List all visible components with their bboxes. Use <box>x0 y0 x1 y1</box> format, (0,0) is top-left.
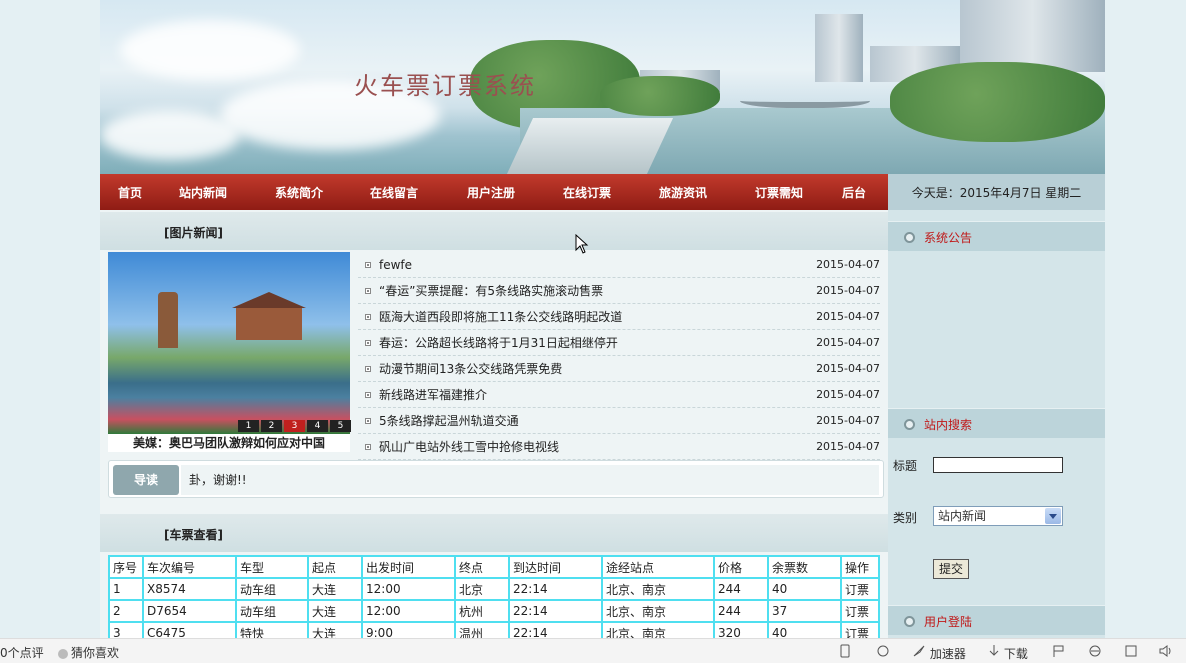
column-header: 序号 <box>108 555 144 579</box>
mouse-cursor-icon <box>575 234 589 254</box>
nav-item-register[interactable]: 用户注册 <box>467 184 515 201</box>
category-select[interactable]: 站内新闻 <box>933 506 1063 526</box>
photo-pager: 1 2 3 4 5 <box>238 420 351 432</box>
ie-icon[interactable] <box>1088 644 1102 661</box>
news-item[interactable]: 新线路进军福建推介 2015-04-07 <box>358 382 880 408</box>
bullet-icon <box>365 391 371 398</box>
nav-item-travel[interactable]: 旅游资讯 <box>659 184 707 201</box>
flag-icon[interactable] <box>1052 644 1066 661</box>
rocket-icon <box>913 645 925 657</box>
nav-item-about[interactable]: 系统简介 <box>275 184 323 201</box>
bullet-icon <box>365 287 371 294</box>
search-title-input[interactable] <box>933 457 1063 473</box>
table-header-row: 序号 车次编号 车型 起点 出发时间 终点 到达时间 途经站点 价格 余票数 操… <box>108 555 880 579</box>
nav-item-admin[interactable]: 后台 <box>842 184 866 201</box>
bullet-icon <box>365 443 371 450</box>
table-row: 1 X8574 动车组 大连 12:00 北京 22:14 北京、南京 244 40 订票 <box>108 577 880 601</box>
column-header: 途经站点 <box>601 555 715 579</box>
search-header: 站内搜索 <box>888 408 1105 438</box>
photo-news-image[interactable] <box>108 252 350 434</box>
circle-bullet-icon <box>904 616 915 627</box>
news-item[interactable]: 矾山广电站外线工雪中抢修电视线 2015-04-07 <box>358 434 880 460</box>
notice-title: 系统公告 <box>924 231 973 245</box>
login-title: 用户登陆 <box>924 615 973 629</box>
refresh-icon[interactable] <box>876 644 890 661</box>
guide-marquee-text: 卦，谢谢!! <box>181 465 879 495</box>
pager-4[interactable]: 4 <box>307 420 328 432</box>
speaker-icon[interactable] <box>1158 644 1174 661</box>
column-header: 到达时间 <box>508 555 603 579</box>
pager-2[interactable]: 2 <box>261 420 282 432</box>
guide-bar: 导读 卦，谢谢!! <box>108 460 884 498</box>
ticket-table: 序号 车次编号 车型 起点 出发时间 终点 到达时间 途经站点 价格 余票数 操… <box>108 555 880 645</box>
news-item[interactable]: 瓯海大道西段即将施工11条公交线路明起改道 2015-04-07 <box>358 304 880 330</box>
bullet-icon <box>365 313 371 320</box>
table-row: 2 D7654 动车组 大连 12:00 杭州 22:14 北京、南京 244 37 订票 <box>108 599 880 623</box>
bullet-icon <box>365 261 371 268</box>
circle-bullet-icon <box>904 419 915 430</box>
title-label: 标题 <box>893 459 918 473</box>
column-header: 操作 <box>840 555 880 579</box>
window-icon[interactable] <box>1124 644 1138 661</box>
download-arrow-icon <box>989 645 999 656</box>
book-ticket-link[interactable]: 订票 <box>840 577 880 601</box>
photo-news-heading: [图片新闻] <box>164 226 223 240</box>
nav-item-notice[interactable]: 订票需知 <box>755 184 803 201</box>
news-item[interactable]: 春运：公路超长线路将于1月31日起相继停开 2015-04-07 <box>358 330 880 356</box>
column-header: 出发时间 <box>361 555 456 579</box>
column-header: 起点 <box>307 555 363 579</box>
circle-icon <box>58 649 68 659</box>
column-header: 价格 <box>713 555 769 579</box>
reviews-count[interactable]: 0个点评 <box>0 644 44 661</box>
news-item[interactable]: 动漫节期间13条公交线路凭票免费 2015-04-07 <box>358 356 880 382</box>
chevron-down-icon[interactable] <box>1045 508 1061 524</box>
pager-3[interactable]: 3 <box>284 420 305 432</box>
search-submit-button[interactable]: 提交 <box>933 559 969 579</box>
bullet-icon <box>365 365 371 372</box>
photo-news-header: [图片新闻] <box>100 212 888 250</box>
recommendations-link[interactable]: 猜你喜欢 <box>58 644 119 661</box>
phone-icon[interactable] <box>840 644 850 661</box>
browser-status-bar: 0个点评 猜你喜欢 加速器 下载 <box>0 638 1186 663</box>
tickets-header: [车票查看] <box>100 514 888 552</box>
column-header: 终点 <box>454 555 510 579</box>
category-selected-value: 站内新闻 <box>938 509 987 523</box>
nav-item-messages[interactable]: 在线留言 <box>370 184 418 201</box>
download-button[interactable]: 下载 <box>988 644 1028 662</box>
header-banner: 火车票订票系统 <box>100 0 1105 174</box>
bullet-icon <box>365 339 371 346</box>
tickets-heading: [车票查看] <box>164 528 223 542</box>
photo-news-caption[interactable]: 美媒：奥巴马团队激辩如何应对中国 <box>108 434 350 452</box>
news-item[interactable]: “春运”买票提醒：有5条线路实施滚动售票 2015-04-07 <box>358 278 880 304</box>
column-header: 车次编号 <box>142 555 237 579</box>
nav-item-home[interactable]: 首页 <box>118 184 142 201</box>
bullet-icon <box>365 417 371 424</box>
book-ticket-link[interactable]: 订票 <box>840 599 880 623</box>
column-header: 余票数 <box>767 555 842 579</box>
column-header: 车型 <box>235 555 309 579</box>
search-title: 站内搜索 <box>924 418 973 432</box>
nav-item-site-news[interactable]: 站内新闻 <box>179 184 227 201</box>
login-header: 用户登陆 <box>888 605 1105 635</box>
notice-header: 系统公告 <box>888 221 1105 251</box>
news-list: fewfe 2015-04-07 “春运”买票提醒：有5条线路实施滚动售票 2015… <box>358 252 880 460</box>
guide-button[interactable]: 导读 <box>113 465 179 495</box>
pager-5[interactable]: 5 <box>330 420 351 432</box>
news-item[interactable]: 5条线路撑起温州轨道交通 2015-04-07 <box>358 408 880 434</box>
pager-1[interactable]: 1 <box>238 420 259 432</box>
date-display: 今天是：2015年4月7日 星期二 <box>888 174 1105 210</box>
site-title: 火车票订票系统 <box>354 72 536 100</box>
category-label: 类别 <box>893 511 918 525</box>
accelerator-button[interactable]: 加速器 <box>912 644 966 662</box>
nav-item-booking[interactable]: 在线订票 <box>563 184 611 201</box>
main-nav: 首页 站内新闻 系统简介 在线留言 用户注册 在线订票 旅游资讯 订票需知 后台 <box>100 174 888 210</box>
news-item[interactable]: fewfe 2015-04-07 <box>358 252 880 278</box>
circle-bullet-icon <box>904 232 915 243</box>
